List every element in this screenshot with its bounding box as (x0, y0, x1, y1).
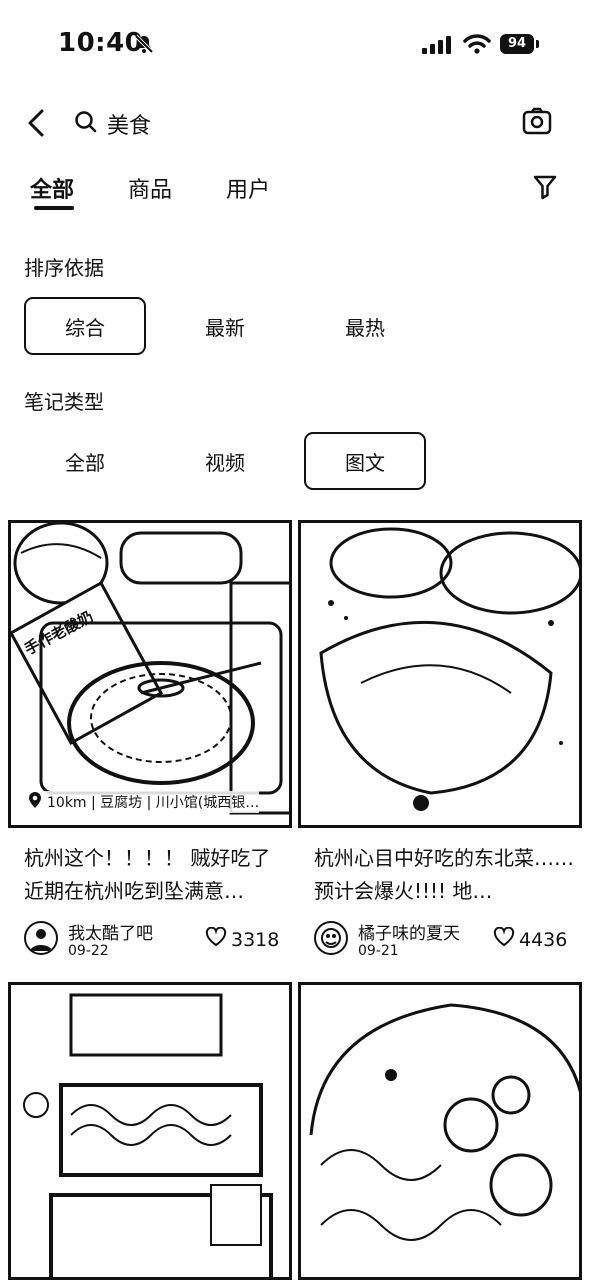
sort-option-hottest[interactable]: 最热 (304, 297, 426, 355)
tab-users[interactable]: 用户 (226, 172, 270, 204)
active-tab-indicator (34, 206, 74, 210)
card-image[interactable] (298, 982, 582, 1280)
wifi-icon (463, 34, 491, 58)
location-text: 10km | 豆腐坊 | 川小馆(城西银… (47, 795, 260, 811)
like-count[interactable]: 3318 (205, 926, 280, 952)
battery-tip (536, 40, 539, 48)
card-image[interactable] (298, 520, 582, 828)
note-type-label: 笔记类型 (24, 390, 104, 414)
battery-indicator: 94 (500, 34, 534, 54)
note-type-video[interactable]: 视频 (164, 432, 286, 490)
author-avatar[interactable] (24, 921, 58, 955)
author-name[interactable]: 橘子味的夏天 (358, 919, 460, 944)
heart-icon[interactable] (493, 926, 515, 952)
post-date: 09-22 (68, 943, 109, 959)
image-search-camera-icon[interactable] (522, 107, 552, 139)
tab-all[interactable]: 全部 (30, 172, 74, 204)
note-type-image-text[interactable]: 图文 (304, 432, 426, 490)
search-icon (74, 110, 98, 138)
filter-icon[interactable] (533, 174, 557, 204)
location-pin-icon (27, 791, 43, 813)
like-count-value: 3318 (231, 928, 280, 951)
card-title[interactable]: 杭州心目中好吃的东北菜……预计会爆火!!!! 地… (314, 842, 576, 908)
back-icon[interactable] (26, 108, 46, 142)
bell-muted-icon (134, 34, 154, 58)
post-date: 09-21 (358, 943, 399, 959)
tab-products[interactable]: 商品 (128, 172, 172, 204)
status-time: 10:40 (58, 28, 144, 58)
heart-icon[interactable] (205, 926, 227, 952)
author-avatar[interactable] (314, 921, 348, 955)
sort-label: 排序依据 (24, 256, 104, 280)
search-input[interactable]: 美食 (107, 108, 151, 140)
author-name[interactable]: 我太酷了吧 (68, 919, 153, 944)
sort-option-newest[interactable]: 最新 (164, 297, 286, 355)
card-image[interactable] (8, 982, 292, 1280)
like-count[interactable]: 4436 (493, 926, 568, 952)
card-title[interactable]: 杭州这个！！！！ 贼好吃了 近期在杭州吃到坠满意… (24, 842, 286, 908)
sort-option-comprehensive[interactable]: 综合 (24, 297, 146, 355)
cellular-signal-icon (422, 36, 454, 58)
card-image[interactable]: 手作老酸奶 10km | 豆腐坊 | 川小馆(城西银… (8, 520, 292, 828)
like-count-value: 4436 (519, 928, 568, 951)
location-tag: 10km | 豆腐坊 | 川小馆(城西银… (27, 791, 260, 813)
note-type-all[interactable]: 全部 (24, 432, 146, 490)
